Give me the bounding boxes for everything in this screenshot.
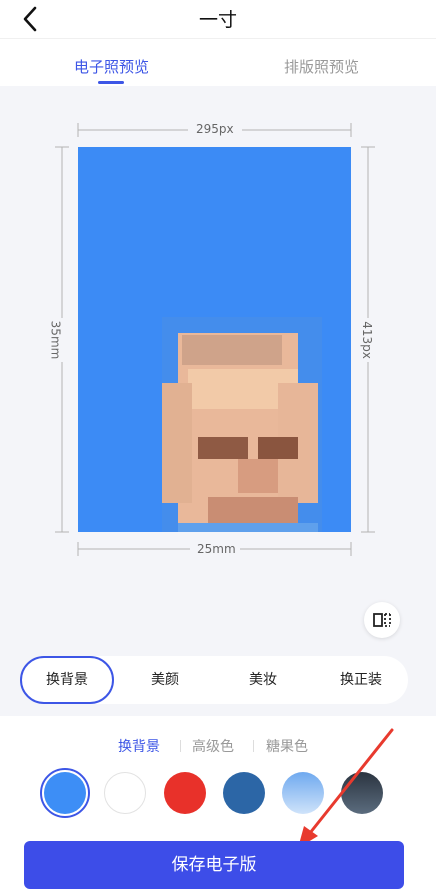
annotation-arrow: [298, 728, 394, 848]
save-e-photo-button[interactable]: 保存电子版: [24, 841, 404, 889]
